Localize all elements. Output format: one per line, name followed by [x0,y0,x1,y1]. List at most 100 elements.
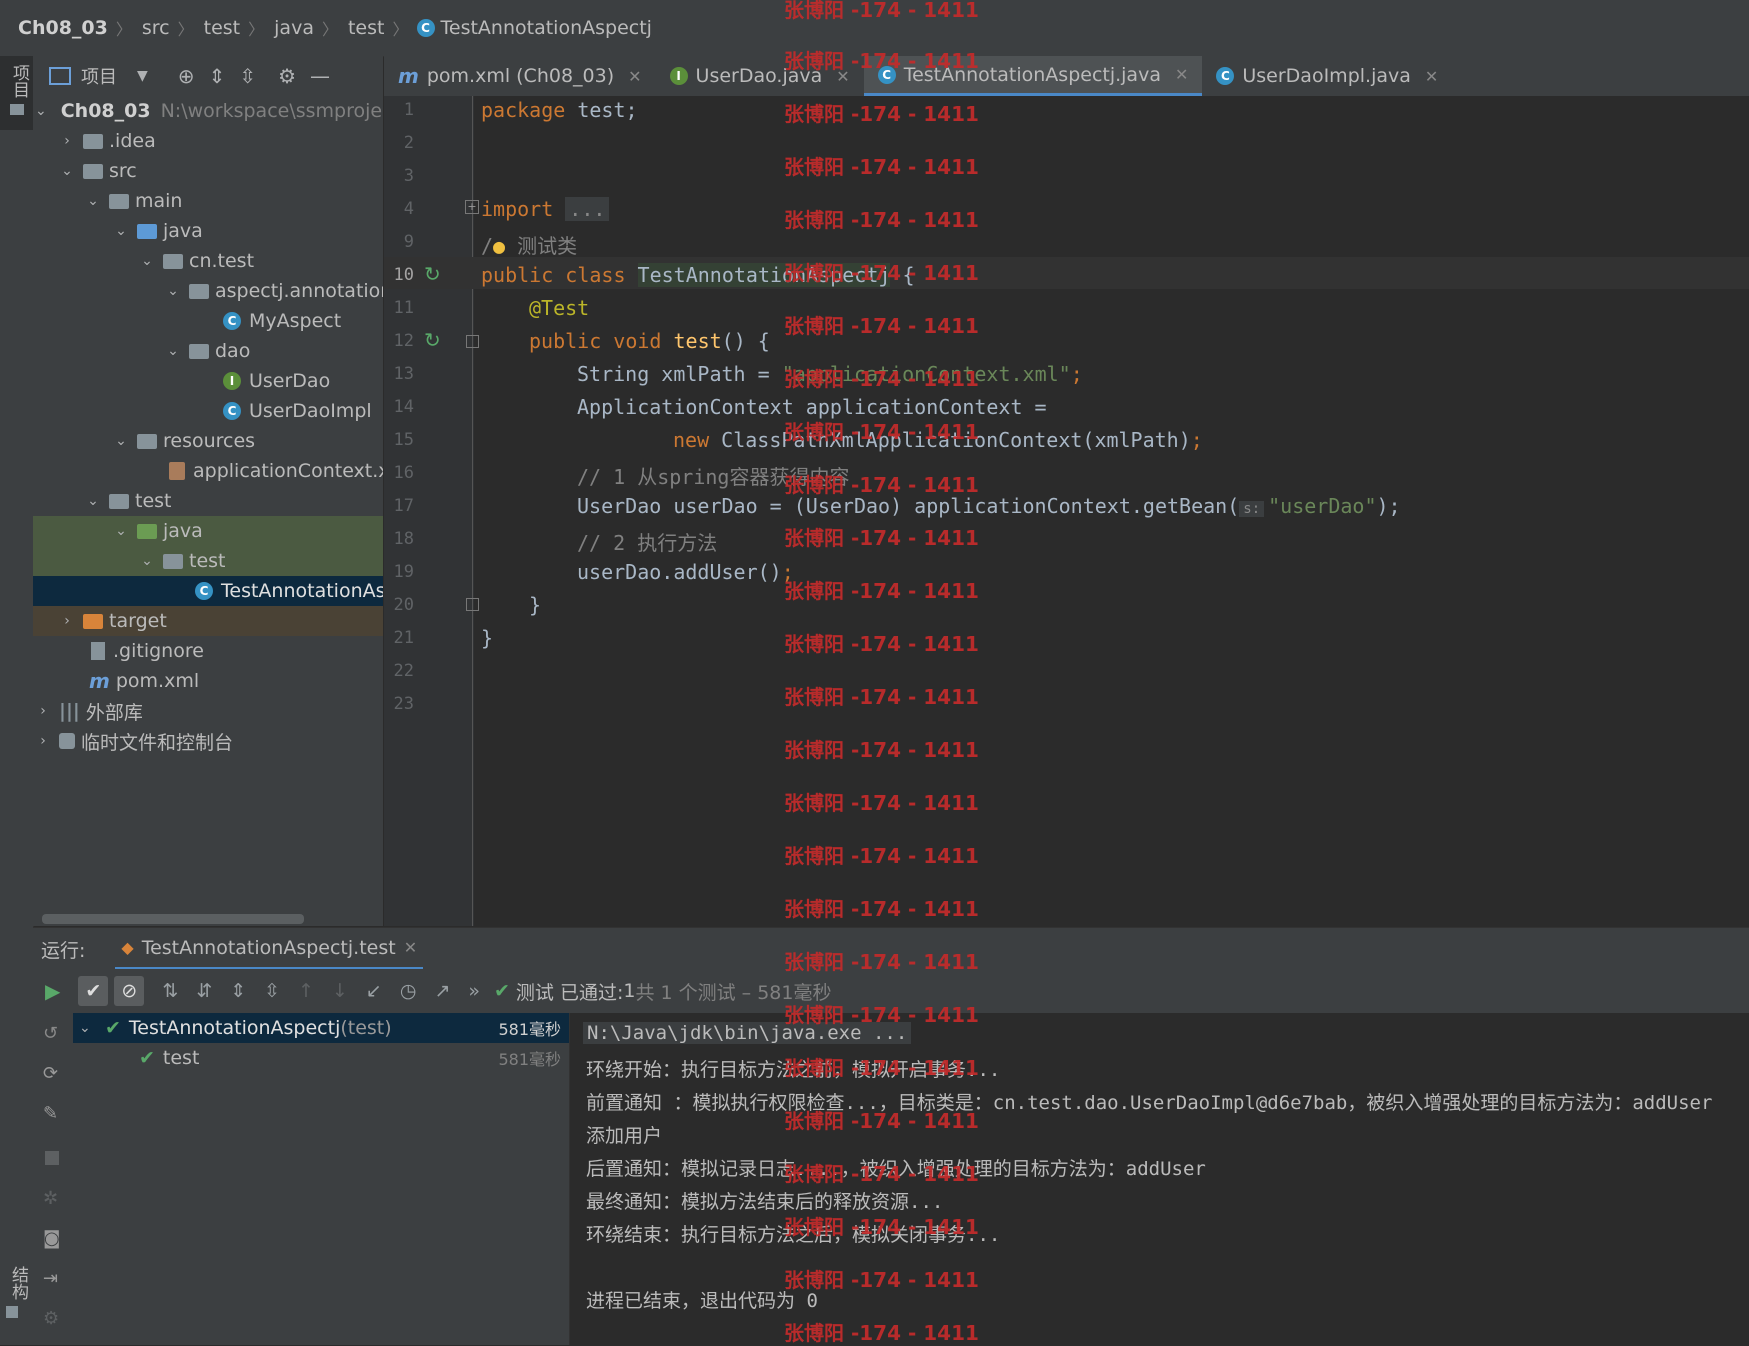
tree-item-scratches[interactable]: › 临时文件和控制台 [33,726,383,756]
tree-item-test-java[interactable]: ⌄ java [33,516,383,546]
collapse-all-icon[interactable]: ⇳ [264,980,280,1002]
rerun-failed-icon[interactable]: ↺ [43,1023,58,1044]
chevron-right-icon[interactable]: › [35,703,51,719]
passed-icon: ✔ [105,1017,121,1039]
package-icon [163,253,183,269]
chevron-down-icon[interactable]: ⌄ [139,253,155,269]
close-icon[interactable]: ✕ [628,67,641,86]
stop-icon[interactable] [45,1151,59,1165]
console-line: 前置通知 ：模拟执行权限检查...，目标类是：cn.test.dao.UserD… [586,1092,1713,1114]
folded-code[interactable]: ... [565,197,610,221]
tree-horizontal-scrollbar[interactable] [42,914,304,924]
breadcrumb-item[interactable]: test [342,17,389,39]
tree-item-userdaoimpl[interactable]: C UserDaoImpl [33,396,383,426]
tree-item-userdao[interactable]: I UserDao [33,366,383,396]
sort-duration-icon[interactable]: ⇵ [196,980,212,1002]
tree-item-java[interactable]: ⌄ java [33,216,383,246]
chevron-down-icon[interactable]: ⌄ [113,433,129,449]
chevron-down-icon[interactable]: ⌄ [79,1020,95,1036]
left-tool-strip: 项目 结构 [0,56,34,1345]
tree-item-root[interactable]: ⌄ Ch08_03 N:\workspace\ssmprojec [33,96,383,126]
project-tool-button[interactable]: 项目 [0,56,33,130]
tree-item-resources[interactable]: ⌄ resources [33,426,383,456]
wrench-icon[interactable]: ✎ [43,1103,58,1124]
tree-item-src[interactable]: ⌄ src [33,156,383,186]
tree-item-label: 临时文件和控制台 [81,731,234,754]
tree-item-main[interactable]: ⌄ main [33,186,383,216]
close-icon[interactable]: ✕ [1175,65,1188,84]
tree-item-dao[interactable]: ⌄ dao [33,336,383,366]
chevron-right-icon: 〉 [248,20,265,39]
history-icon[interactable]: ◷ [400,980,417,1002]
exit-icon[interactable]: ⇥ [43,1268,58,1289]
chevron-down-icon[interactable]: ⌄ [165,283,181,299]
show-passed-icon[interactable]: ✔ [78,976,109,1006]
chevron-right-icon[interactable]: › [35,733,51,749]
project-view-select[interactable]: 项目 [81,63,117,89]
tree-item-label: target [109,610,167,632]
chevron-down-icon[interactable]: ▼ [137,68,148,84]
fold-end-icon[interactable] [466,598,479,611]
export-icon[interactable]: ↗ [434,980,450,1002]
breadcrumb-item[interactable]: TestAnnotationAspectj [435,17,656,39]
lightbulb-icon[interactable]: ● [493,234,505,258]
folder-icon [109,493,129,509]
minimize-icon[interactable]: — [310,64,330,88]
folder-icon [109,193,129,209]
fold-collapse-icon[interactable] [466,335,479,348]
close-icon[interactable]: ✕ [1425,67,1438,86]
tree-item-aspectj-annotation[interactable]: ⌄ aspectj.annotation [33,276,383,306]
tree-item-pom[interactable]: m pom.xml [33,666,383,696]
breadcrumb-item[interactable]: Ch08_03 [0,17,112,39]
gear-icon[interactable]: ⚙ [278,64,296,88]
settings-icon[interactable]: ⚙ [43,1308,59,1329]
tree-item-idea[interactable]: › .idea [33,126,383,156]
sort-alpha-icon[interactable]: ⇅ [162,980,178,1002]
chevron-down-icon[interactable]: ⌄ [113,523,129,539]
chevron-right-icon[interactable]: › [59,613,75,629]
next-failed-icon[interactable]: ↓ [332,980,348,1002]
show-ignored-icon[interactable]: ⊘ [114,976,145,1006]
tree-item-applicationcontext[interactable]: applicationContext.xm [33,456,383,486]
run-test-icon[interactable]: ↻ [424,328,441,352]
tab-userdaoimpl-java[interactable]: C UserDaoImpl.java ✕ [1202,56,1452,96]
run-tab[interactable]: ◆ TestAnnotationAspectj.test ✕ [115,929,424,970]
previous-failed-icon[interactable]: ↑ [298,980,314,1002]
tree-item-external-libraries[interactable]: › ||| 外部库 [33,696,383,726]
tree-item-target[interactable]: › target [33,606,383,636]
chevron-right-icon[interactable]: › [59,133,75,149]
test-suite-row[interactable]: ⌄ ✔ TestAnnotationAspectj (test) 581毫秒 [73,1013,569,1043]
more-icon[interactable]: » [468,980,480,1002]
tab-label: UserDaoImpl.java [1242,65,1411,87]
rerun-icon[interactable]: ▶ [45,979,60,1003]
chevron-down-icon[interactable]: ⌄ [139,553,155,569]
run-test-icon[interactable]: ↻ [424,262,441,286]
tree-item-testannotationaspectj[interactable]: C TestAnnotationAsp [33,576,383,606]
chevron-down-icon[interactable]: ⌄ [85,493,101,509]
chevron-down-icon[interactable]: ⌄ [35,103,47,119]
breadcrumb-item[interactable]: test [198,17,245,39]
tree-item-myaspect[interactable]: C MyAspect [33,306,383,336]
debug-icon[interactable]: ✲ [43,1188,58,1209]
test-case-row[interactable]: ✔ test 581毫秒 [73,1043,569,1073]
import-tests-icon[interactable]: ↙ [366,980,382,1002]
toggle-auto-test-icon[interactable]: ⟳ [43,1063,58,1084]
tab-pom-xml[interactable]: m pom.xml (Ch08_03) ✕ [384,56,656,96]
tree-item-gitignore[interactable]: .gitignore [33,636,383,666]
fold-expand-icon[interactable]: + [465,200,479,214]
chevron-down-icon[interactable]: ⌄ [113,223,129,239]
breadcrumb-item[interactable]: java [268,17,318,39]
tree-item-test[interactable]: ⌄ test [33,486,383,516]
chevron-down-icon[interactable]: ⌄ [165,343,181,359]
camera-icon[interactable]: ◙ [43,1228,60,1249]
expand-all-icon[interactable]: ⇕ [230,980,246,1002]
expand-all-icon[interactable]: ⇕ [209,64,226,88]
breadcrumb-item[interactable]: src [136,17,174,39]
close-icon[interactable]: ✕ [404,938,417,957]
collapse-all-icon[interactable]: ⇳ [239,64,256,88]
locate-icon[interactable]: ⊕ [178,64,195,88]
chevron-down-icon[interactable]: ⌄ [85,193,101,209]
tree-item-test-package[interactable]: ⌄ test [33,546,383,576]
chevron-down-icon[interactable]: ⌄ [59,163,75,179]
tree-item-cn-test[interactable]: ⌄ cn.test [33,246,383,276]
